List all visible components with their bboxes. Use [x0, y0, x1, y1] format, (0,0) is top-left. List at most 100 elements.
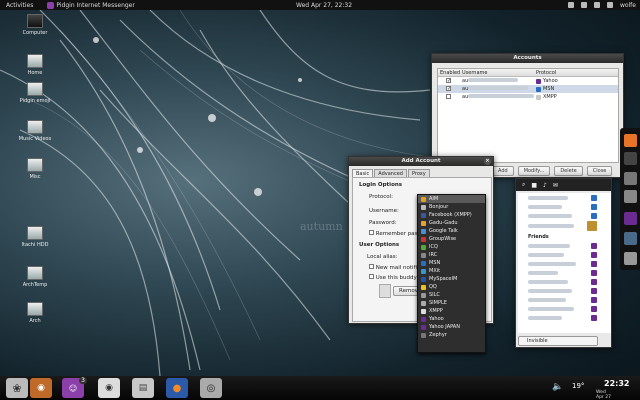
list-item[interactable]	[518, 241, 611, 250]
protocol-option[interactable]: MSN	[418, 259, 485, 267]
weather-temperature[interactable]: 19°	[572, 382, 584, 390]
bluetooth-icon[interactable]	[606, 2, 613, 8]
protocol-option[interactable]: GroupWise	[418, 235, 485, 243]
column-header-enabled[interactable]: Enabled	[438, 70, 462, 76]
group-header[interactable]: Friends	[518, 232, 611, 241]
dock-item-speakers[interactable]: ◉	[30, 378, 52, 398]
dock-item-pidgin[interactable]: ☺ 3	[62, 377, 87, 398]
add-button[interactable]: Add	[492, 166, 514, 176]
dock-item-firefox[interactable]: ●	[166, 378, 188, 398]
activities-button[interactable]: Activities	[0, 2, 39, 9]
protocol-icon	[421, 196, 426, 202]
dock-item-gnome[interactable]: ❀	[6, 378, 28, 398]
modify-button[interactable]: Modify...	[517, 166, 551, 176]
accounts-titlebar[interactable]: Accounts	[432, 54, 623, 63]
protocol-option[interactable]: SILC	[418, 291, 485, 299]
app-menu[interactable]: Pidgin Internet Messenger	[39, 1, 135, 9]
protocol-option-label: ICQ	[429, 244, 438, 250]
sound-icon[interactable]: ♪	[543, 182, 547, 189]
dock-item-files[interactable]: ▤	[132, 378, 154, 398]
list-item[interactable]	[518, 193, 611, 202]
desktop-icon-music-videos[interactable]: Music Videos	[10, 120, 60, 142]
buddy-icon-preview[interactable]	[379, 284, 391, 298]
mail-icon[interactable]: ✉	[553, 182, 558, 189]
dock-item-eye-of-gnome[interactable]: ◉	[98, 378, 120, 398]
firefox-icon[interactable]	[624, 134, 637, 147]
protocol-option[interactable]: IRC	[418, 251, 485, 259]
list-item[interactable]	[518, 268, 611, 277]
protocol-option[interactable]: Gadu-Gadu	[418, 219, 485, 227]
protocol-dropdown-list[interactable]: AIM Bonjour Facebook (XMPP) Gadu-Gadu Google…	[417, 194, 486, 353]
protocol-option[interactable]: Bonjour	[418, 203, 485, 211]
close-button[interactable]: Close	[586, 166, 613, 176]
desktop-icon-pidgin-emoji[interactable]: Pidgin emoji	[10, 82, 60, 104]
window-title: Add Account	[401, 158, 441, 164]
protocol-option[interactable]: QQ	[418, 283, 485, 291]
delete-button[interactable]: Delete	[554, 166, 583, 176]
list-item[interactable]	[518, 202, 611, 211]
dock-item-webcam[interactable]: ◎	[200, 378, 222, 398]
list-item[interactable]	[518, 304, 611, 313]
list-item[interactable]	[518, 259, 611, 268]
list-item[interactable]	[518, 313, 611, 322]
protocol-option-label: MXit	[429, 268, 441, 274]
clock[interactable]: Wed Apr 27, 22:32	[296, 2, 352, 9]
protocol-option[interactable]: SIMPLE	[418, 299, 485, 307]
list-item[interactable]	[518, 295, 611, 304]
app-menu-label: Pidgin Internet Messenger	[56, 1, 135, 9]
add-account-titlebar[interactable]: Add Account ×	[349, 157, 493, 166]
window-thumbnail[interactable]	[624, 252, 637, 265]
table-row[interactable]: au XMPP	[438, 93, 618, 101]
search-icon[interactable]: ⌕	[522, 181, 525, 189]
list-item[interactable]	[518, 211, 611, 220]
protocol-option[interactable]: Yahoo	[418, 315, 485, 323]
desktop-icon-arch[interactable]: Arch	[10, 302, 60, 324]
table-row[interactable]: ✓ au MSN	[438, 85, 618, 93]
user-menu[interactable]: wolfe	[620, 2, 636, 9]
window-thumbnail[interactable]	[624, 232, 637, 245]
protocol-option[interactable]: Yahoo JAPAN	[418, 323, 485, 331]
protocol-option[interactable]: Zephyr	[418, 331, 485, 339]
list-item[interactable]	[518, 286, 611, 295]
folder-icon	[27, 82, 43, 96]
pidgin-icon[interactable]	[624, 212, 637, 225]
new-mail-checkbox[interactable]	[369, 264, 374, 269]
window-thumbnail[interactable]	[624, 190, 637, 203]
desktop-icon-label: Pidgin emoji	[19, 98, 51, 104]
protocol-option[interactable]: ICQ	[418, 243, 485, 251]
list-item[interactable]	[518, 277, 611, 286]
accessibility-icon[interactable]	[567, 2, 574, 8]
desktop-icon-itachi-hdd[interactable]: Itachi HDD	[10, 226, 60, 248]
protocol-option[interactable]: Facebook (XMPP)	[418, 211, 485, 219]
protocol-option[interactable]: XMPP	[418, 307, 485, 315]
window-thumbnail[interactable]	[624, 172, 637, 185]
protocol-option[interactable]: AIM	[418, 195, 485, 203]
remember-password-checkbox[interactable]	[369, 230, 374, 235]
buddy-icon-checkbox[interactable]	[369, 274, 374, 279]
status-selector[interactable]: Invisible	[518, 336, 598, 346]
desktop-icon-archtemp[interactable]: ArchTemp	[10, 266, 60, 288]
settings-icon[interactable]	[624, 152, 637, 165]
desktop-icon-computer[interactable]: Computer	[10, 14, 60, 36]
network-icon[interactable]	[593, 2, 600, 8]
yahoo-icon	[591, 296, 597, 303]
enabled-checkbox[interactable]: ✓	[446, 78, 451, 84]
close-icon[interactable]: ×	[484, 158, 491, 165]
dock-clock[interactable]: 22:32	[604, 379, 629, 388]
column-header-protocol[interactable]: Protocol	[536, 70, 556, 76]
table-row[interactable]: ✓ au Yahoo	[438, 77, 618, 85]
desktop-icon-misc[interactable]: Misc	[10, 158, 60, 180]
volume-icon[interactable]: 🔈	[552, 382, 563, 392]
protocol-option[interactable]: MXit	[418, 267, 485, 275]
column-header-username[interactable]: Username	[462, 70, 536, 76]
protocol-option[interactable]: MySpaceIM	[418, 275, 485, 283]
people-icon[interactable]: ■	[531, 182, 537, 189]
desktop-icon-home[interactable]: Home	[10, 54, 60, 76]
protocol-option[interactable]: Google Talk	[418, 227, 485, 235]
enabled-checkbox[interactable]: ✓	[446, 86, 451, 92]
enabled-checkbox[interactable]	[446, 93, 451, 99]
buddy-icon-option[interactable]: Use this buddy ic	[369, 274, 423, 281]
list-item[interactable]	[518, 250, 611, 259]
volume-icon[interactable]	[580, 2, 587, 8]
list-item[interactable]	[518, 220, 611, 232]
